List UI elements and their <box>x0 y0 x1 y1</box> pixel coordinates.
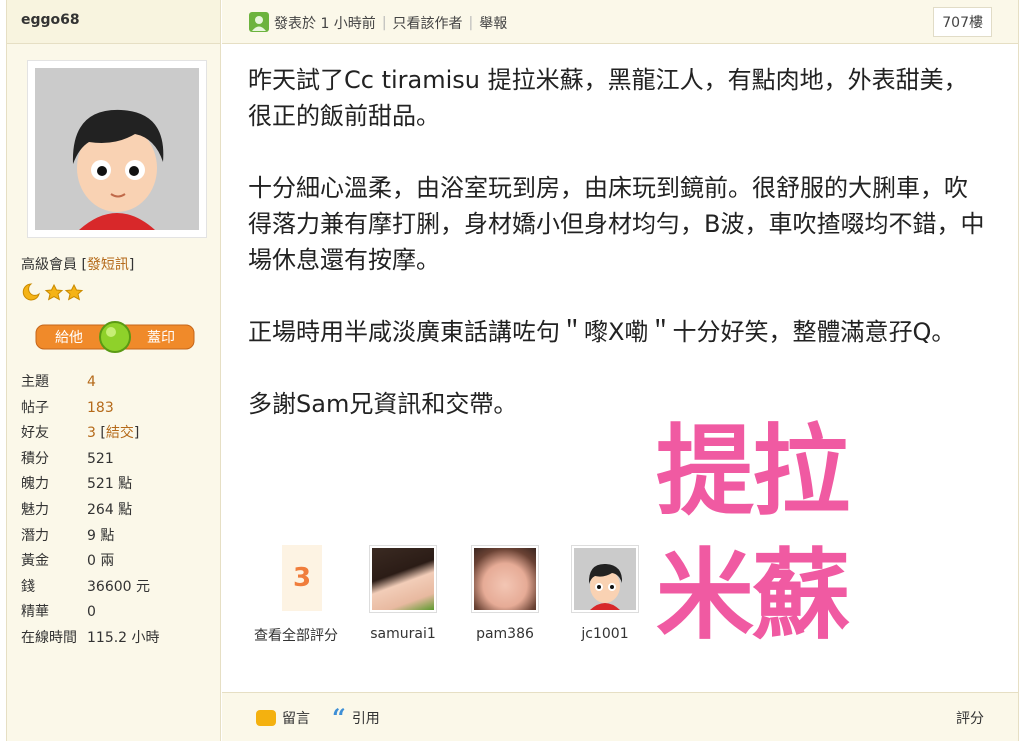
user-icon <box>249 12 269 32</box>
star-icon <box>44 283 64 301</box>
watermark-text-line1: 提拉 <box>653 412 853 532</box>
rater-avatar[interactable] <box>571 545 639 613</box>
user-rank: 高級會員 [發短訊] <box>21 257 135 273</box>
stat-value[interactable]: 3 <box>87 421 96 447</box>
stat-value[interactable]: 183 <box>87 396 114 422</box>
quote-button[interactable]: “ 引用 <box>332 703 380 732</box>
username[interactable]: eggo68 <box>7 0 220 44</box>
stat-label: 在線時間 <box>21 629 77 646</box>
stat-value: 264 點 <box>87 501 133 518</box>
quote-icon: “ <box>332 703 346 732</box>
rating-count: 3 <box>282 545 322 611</box>
user-stats: 主題 4 帖子 183 好友 3 [結交] 積分 521 魄力 521 點魅力 264 點潛力 9 點… <box>21 370 160 652</box>
rater-item[interactable]: jc1001 <box>570 545 640 642</box>
rater-avatar[interactable] <box>369 545 437 613</box>
stat-label: 錢 <box>21 578 35 595</box>
stat-label: 魅力 <box>21 501 49 518</box>
watermark-text-line2: 米蘇 <box>653 536 853 656</box>
stat-row: 積分 521 <box>21 447 160 473</box>
stat-label: 帖子 <box>21 399 49 416</box>
post-paragraph: 十分細心溫柔，由浴室玩到房，由床玩到鏡前。很舒服的大脷車，吹得落力兼有摩打脷，身… <box>248 174 985 274</box>
post-paragraph: 多謝Sam兄資訊和交帶。 <box>248 390 518 418</box>
stat-row: 魄力 521 點 <box>21 472 160 498</box>
stat-value: 0 <box>87 604 96 621</box>
stat-label: 主題 <box>21 374 49 390</box>
post-paragraph: 昨天試了Cc tiramisu 提拉米蘇，黑龍江人，有點肉地，外表甜美，很正的飯… <box>248 66 968 130</box>
rank-stars <box>21 282 91 306</box>
give-stamp-button[interactable]: 給他 蓋印 <box>35 321 195 353</box>
report-link[interactable]: 舉報 <box>479 13 507 33</box>
divider: | <box>381 15 387 31</box>
rate-button[interactable]: 評分 <box>956 708 984 728</box>
cartoon-boy-icon <box>35 68 199 230</box>
reply-label: 留言 <box>282 711 310 727</box>
rater-item[interactable]: pam386 <box>470 545 540 642</box>
rater-avatar[interactable] <box>471 545 539 613</box>
moon-icon <box>22 283 40 301</box>
stat-value: 9 點 <box>87 527 115 544</box>
rate-label: 評分 <box>956 711 984 727</box>
star-icon <box>64 283 84 301</box>
stat-label: 好友 <box>21 425 49 442</box>
stat-row: 帖子 183 <box>21 396 160 422</box>
reply-button[interactable]: 留言 <box>256 708 310 728</box>
add-friend-link[interactable]: [結交] <box>96 421 139 447</box>
cartoon-boy-icon <box>574 548 636 610</box>
stat-row: 在線時間 115.2 小時 <box>21 626 160 652</box>
stat-row: 好友 3 [結交] <box>21 421 160 447</box>
rater-name[interactable]: samurai1 <box>368 626 438 642</box>
divider: | <box>468 15 474 31</box>
stat-label: 積分 <box>21 450 49 467</box>
post-time: 發表於 1 小時前 <box>274 16 376 32</box>
post-paragraph: 正場時用半咸淡廣東話講咗句＂嚟X嘞＂十分好笑，整體滿意孖Q。 <box>248 318 956 346</box>
stamp-label-left: 給他 <box>55 330 83 346</box>
stamp-label-right: 蓋印 <box>147 330 175 346</box>
stat-row: 魅力 264 點 <box>21 498 160 524</box>
stat-label: 潛力 <box>21 527 49 544</box>
stat-value: 0 兩 <box>87 553 115 570</box>
send-pm-link[interactable]: 發短訊 <box>87 257 129 273</box>
rank-label: 高級會員 <box>21 257 77 273</box>
rater-name[interactable]: jc1001 <box>570 626 640 642</box>
stat-label: 精華 <box>21 604 49 621</box>
rater-name[interactable]: pam386 <box>470 626 540 642</box>
stat-value: 36600 元 <box>87 578 150 595</box>
stat-value: 521 <box>87 450 114 467</box>
floor-number[interactable]: 707樓 <box>933 7 992 37</box>
stat-value: 521 點 <box>87 476 133 493</box>
stat-label: 魄力 <box>21 476 49 493</box>
rater-item[interactable]: samurai1 <box>368 545 438 642</box>
post-content: 昨天試了Cc tiramisu 提拉米蘇，黑龍江人，有點肉地，外表甜美，很正的飯… <box>248 62 988 458</box>
stat-value[interactable]: 4 <box>87 370 96 396</box>
quote-label: 引用 <box>351 711 380 727</box>
view-all-ratings-link[interactable]: 查看全部評分 <box>254 625 338 645</box>
post-footer: 留言 “ 引用 評分 <box>222 692 1018 741</box>
stat-row: 潛力 9 點 <box>21 524 160 550</box>
user-avatar[interactable] <box>27 60 207 238</box>
comment-icon <box>256 710 276 726</box>
user-sidebar: eggo68 高級會員 [發短訊] 給他 蓋印 主題 4 帖子 183 好友 3… <box>7 0 221 741</box>
only-author-link[interactable]: 只看該作者 <box>393 13 463 33</box>
stat-row: 錢 36600 元 <box>21 575 160 601</box>
stat-row: 精華 0 <box>21 600 160 626</box>
add-friend-label[interactable]: 結交 <box>106 425 134 441</box>
stat-label: 黃金 <box>21 553 49 570</box>
post-header: 發表於 1 小時前 | 只看該作者 | 舉報 707樓 <box>222 0 1018 44</box>
stat-row: 主題 4 <box>21 370 160 396</box>
stat-value: 115.2 小時 <box>87 629 160 646</box>
stat-row: 黃金 0 兩 <box>21 549 160 575</box>
